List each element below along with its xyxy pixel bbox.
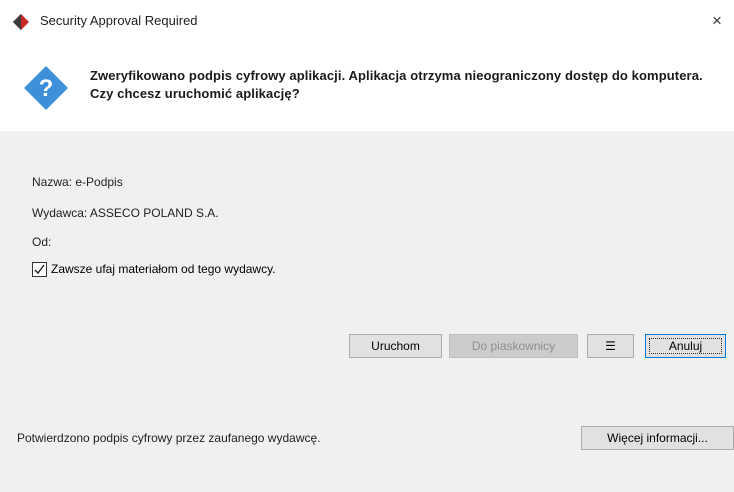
cancel-button[interactable]: Anuluj [645, 334, 726, 358]
verification-status: Potwierdzono podpis cyfrowy przez zaufan… [17, 431, 321, 445]
trust-publisher-option[interactable]: Zawsze ufaj materiałom od tego wydawcy. [32, 261, 276, 277]
trust-publisher-label: Zawsze ufaj materiałom od tego wydawcy. [51, 262, 276, 276]
header-message: Zweryfikowano podpis cyfrowy aplikacji. … [90, 68, 703, 101]
title-bar: Security Approval Required × [0, 0, 734, 44]
menu-button[interactable]: ☰ [587, 334, 634, 358]
java-app-icon [12, 13, 30, 31]
name-line: Nazwa: e-Podpis [32, 175, 123, 189]
checkmark-icon [34, 264, 45, 274]
close-button[interactable]: × [700, 6, 734, 36]
publisher-line: Wydawca: ASSECO POLAND S.A. [32, 206, 219, 220]
more-info-button[interactable]: Więcej informacji... [581, 426, 734, 450]
sandbox-button[interactable]: Do piaskownicy [449, 334, 578, 358]
focus-ring [649, 338, 722, 354]
svg-text:?: ? [39, 75, 54, 102]
trust-publisher-checkbox[interactable] [32, 261, 47, 277]
run-button[interactable]: Uruchom [349, 334, 442, 358]
question-shield-icon: ? [22, 64, 70, 112]
window-title: Security Approval Required [40, 13, 198, 28]
from-line: Od: [32, 235, 52, 249]
